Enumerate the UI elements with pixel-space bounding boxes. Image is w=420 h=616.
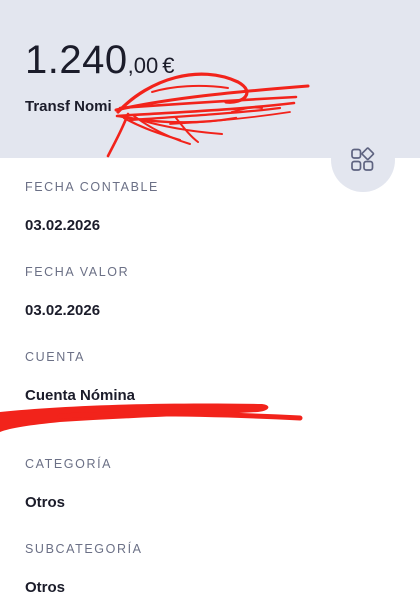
fecha-valor-label: FECHA VALOR <box>25 265 130 279</box>
categoria-label: CATEGORÍA <box>25 457 113 471</box>
subcategoria-value: Otros <box>25 579 66 596</box>
cuenta-value: Cuenta Nómina <box>25 387 136 404</box>
amount-decimals: ,00 <box>127 53 159 78</box>
subcategoria-label: SUBCATEGORÍA <box>25 542 143 556</box>
amount-currency: € <box>162 53 175 78</box>
fecha-contable-value: 03.02.2026 <box>25 217 101 234</box>
transaction-detail-screen: 1.240,00 € Transf Nomi FECHA CONTABLE 03.… <box>0 0 420 616</box>
cuenta-label: CUENTA <box>25 350 86 364</box>
amount-integer: 1.240 <box>25 38 128 82</box>
transaction-concept: Transf Nomi <box>25 98 112 115</box>
transaction-amount: 1.240,00 € <box>25 40 174 80</box>
category-button[interactable] <box>331 128 395 192</box>
redaction-scribble-middle <box>0 403 269 432</box>
fecha-contable-label: FECHA CONTABLE <box>25 180 159 194</box>
categoria-value: Otros <box>25 494 66 511</box>
fecha-valor-value: 03.02.2026 <box>25 302 101 319</box>
category-grid-icon <box>351 147 375 171</box>
